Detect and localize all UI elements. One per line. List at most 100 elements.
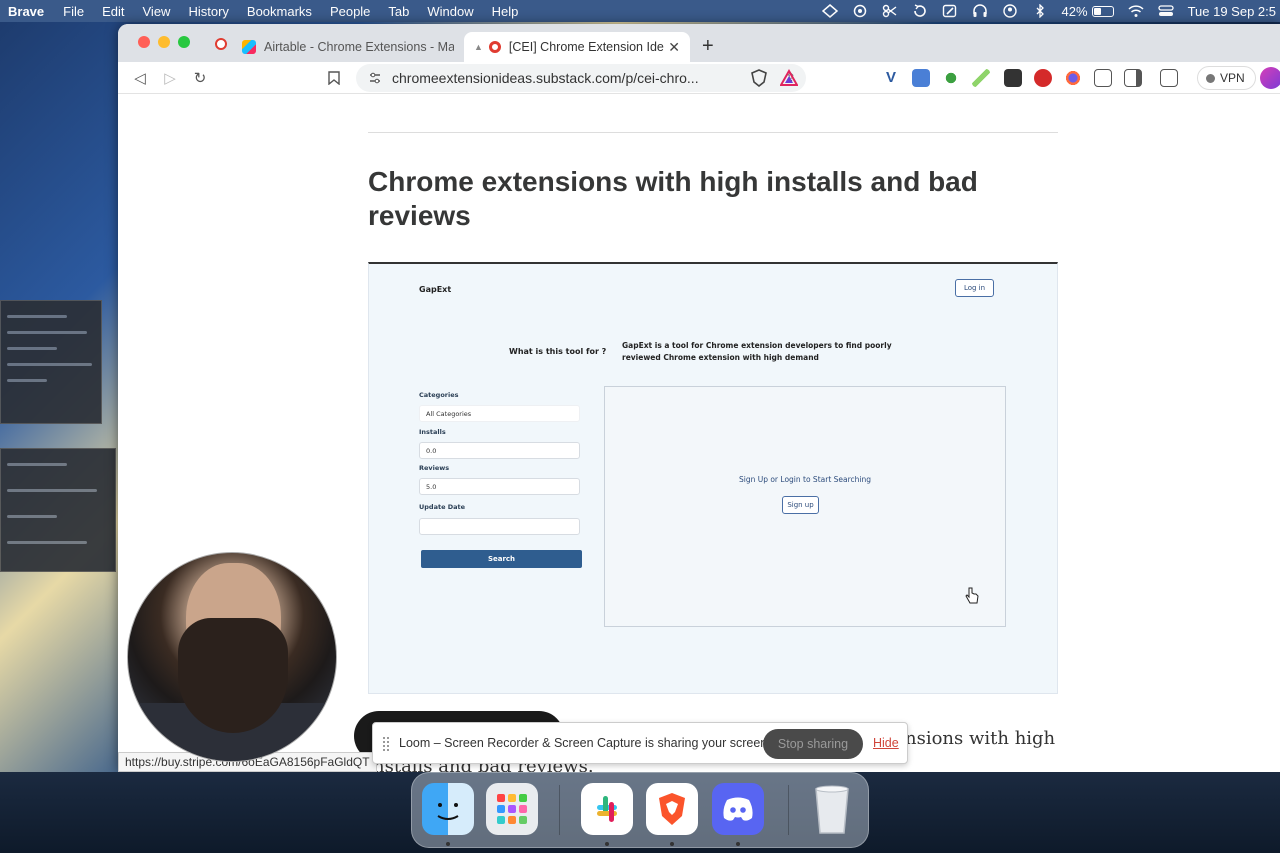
loom-sharing-message: Loom – Screen Recorder & Screen Capture … bbox=[399, 736, 771, 750]
menu-bookmarks[interactable]: Bookmarks bbox=[247, 4, 312, 19]
gapext-brand: GapExt bbox=[419, 285, 452, 294]
menu-tab[interactable]: Tab bbox=[388, 4, 409, 19]
trash-icon[interactable] bbox=[806, 783, 858, 835]
article-heading: Chrome extensions with high installs and… bbox=[368, 166, 978, 231]
webcam-bubble[interactable] bbox=[127, 552, 337, 762]
hand-cursor-icon bbox=[965, 587, 979, 604]
hide-link[interactable]: Hide bbox=[873, 736, 899, 750]
tool-description: GapExt is a tool for Chrome extension de… bbox=[622, 341, 892, 362]
menu-edit[interactable]: Edit bbox=[102, 4, 124, 19]
discord-running-indicator bbox=[736, 842, 740, 846]
tab-strip: Airtable - Chrome Extensions - May ▲ [CE… bbox=[118, 24, 1280, 62]
wallet-icon[interactable] bbox=[1160, 69, 1178, 87]
menubar: Brave File Edit View History Bookmarks P… bbox=[0, 0, 1280, 22]
substack-recording-icon bbox=[488, 41, 501, 53]
profile-avatar[interactable] bbox=[1260, 67, 1280, 89]
back-button[interactable]: ◁ bbox=[130, 68, 150, 88]
vpn-button[interactable]: VPN bbox=[1197, 66, 1256, 90]
brave-running-indicator bbox=[670, 842, 674, 846]
desktop-window-thumbnail[interactable] bbox=[0, 448, 116, 572]
brave-icon[interactable] bbox=[646, 783, 698, 835]
divider bbox=[368, 132, 1058, 133]
reload-button[interactable]: ↻ bbox=[190, 68, 210, 88]
battery-percent: 42% bbox=[1061, 3, 1088, 19]
desktop-window-thumbnail[interactable] bbox=[0, 300, 102, 424]
forward-button[interactable]: ▷ bbox=[160, 68, 180, 88]
results-panel: Sign Up or Login to Start Searching Sign… bbox=[604, 386, 1006, 627]
zoom-window-button[interactable] bbox=[178, 36, 190, 48]
brave-rewards-icon[interactable] bbox=[779, 68, 799, 87]
brave-shields-icon[interactable] bbox=[750, 69, 768, 88]
stop-sharing-button[interactable]: Stop sharing bbox=[763, 729, 863, 759]
extension-red-icon[interactable] bbox=[1034, 69, 1052, 87]
login-button[interactable]: Log in bbox=[955, 279, 994, 297]
menu-file[interactable]: File bbox=[63, 4, 84, 19]
headphones-icon[interactable] bbox=[972, 4, 988, 18]
finder-running-indicator bbox=[446, 842, 450, 846]
drag-handle-icon[interactable] bbox=[383, 737, 389, 751]
bookmark-icon[interactable] bbox=[324, 68, 344, 88]
translate-icon[interactable] bbox=[912, 69, 930, 87]
close-window-button[interactable] bbox=[138, 36, 150, 48]
webcam-beard bbox=[178, 618, 288, 733]
wifi-icon[interactable] bbox=[1128, 4, 1144, 18]
finder-icon[interactable] bbox=[422, 783, 474, 835]
vpn-status-icon bbox=[1206, 73, 1215, 83]
menu-people[interactable]: People bbox=[330, 4, 370, 19]
site-settings-icon[interactable] bbox=[368, 71, 382, 85]
tab-airtable[interactable]: Airtable - Chrome Extensions - May bbox=[232, 32, 460, 62]
loom-icon[interactable] bbox=[852, 4, 868, 18]
menubar-app-name[interactable]: Brave bbox=[8, 4, 44, 19]
categories-select[interactable]: All Categories bbox=[419, 405, 580, 422]
close-tab-icon[interactable]: ✕ bbox=[668, 39, 680, 56]
dock-separator bbox=[559, 785, 560, 835]
battery-status[interactable]: 42% bbox=[1062, 4, 1114, 19]
extension-feather-icon[interactable] bbox=[972, 69, 990, 87]
launchpad-icon[interactable] bbox=[486, 783, 538, 835]
extension-leaf-icon[interactable] bbox=[942, 69, 960, 87]
address-bar[interactable]: chromeextensionideas.substack.com/p/cei-… bbox=[356, 64, 806, 92]
categories-label: Categories bbox=[419, 391, 459, 399]
edit-icon[interactable] bbox=[942, 4, 958, 18]
tab-label: Airtable - Chrome Extensions - May bbox=[264, 40, 454, 54]
vpn-label: VPN bbox=[1220, 71, 1245, 85]
menu-view[interactable]: View bbox=[143, 4, 171, 19]
dock bbox=[411, 772, 869, 848]
search-button[interactable]: Search bbox=[421, 550, 582, 568]
article-body-line-1: nsions with high bbox=[905, 728, 1056, 749]
installs-input[interactable]: 0.0 bbox=[419, 442, 580, 459]
bluetooth-icon[interactable] bbox=[1032, 3, 1048, 19]
signup-button[interactable]: Sign up bbox=[782, 496, 819, 514]
installs-label: Installs bbox=[419, 428, 446, 436]
tab-audio-icon: ▲ bbox=[474, 42, 483, 52]
battery-fill bbox=[1093, 7, 1101, 15]
tool-question: What is this tool for ? bbox=[509, 347, 607, 356]
discord-icon[interactable] bbox=[712, 783, 764, 835]
slack-icon[interactable] bbox=[581, 783, 633, 835]
browser-toolbar: ◁ ▷ ↻ chromeextensionideas.substack.com/… bbox=[118, 62, 1280, 94]
extension-gear-icon[interactable] bbox=[1064, 69, 1082, 87]
sync-icon[interactable] bbox=[912, 4, 928, 18]
control-center-icon[interactable] bbox=[1157, 4, 1174, 18]
sidebar-toggle-icon[interactable] bbox=[1124, 69, 1142, 87]
menu-window[interactable]: Window bbox=[427, 4, 473, 19]
extension-v-icon[interactable]: V bbox=[882, 69, 900, 87]
airtable-icon bbox=[242, 40, 256, 54]
results-message: Sign Up or Login to Start Searching bbox=[738, 475, 872, 484]
menu-history[interactable]: History bbox=[188, 4, 228, 19]
diamond-icon[interactable] bbox=[821, 4, 838, 18]
extension-dark-icon[interactable] bbox=[1004, 69, 1022, 87]
loom-sharing-banner: Loom – Screen Recorder & Screen Capture … bbox=[372, 722, 908, 764]
minimize-window-button[interactable] bbox=[158, 36, 170, 48]
menubar-clock[interactable]: Tue 19 Sep 2:5 bbox=[1188, 4, 1276, 19]
tab-label: [CEI] Chrome Extension Ide bbox=[508, 40, 664, 54]
tab-cei[interactable]: ▲ [CEI] Chrome Extension Ide ✕ bbox=[464, 32, 690, 62]
scissors-icon[interactable] bbox=[882, 4, 898, 18]
new-tab-button[interactable]: + bbox=[702, 35, 714, 58]
slack-running-indicator bbox=[605, 842, 609, 846]
menu-help[interactable]: Help bbox=[492, 4, 519, 19]
user-circle-icon[interactable] bbox=[1002, 4, 1018, 18]
update-date-input[interactable] bbox=[419, 518, 580, 535]
extensions-puzzle-icon[interactable] bbox=[1094, 69, 1112, 87]
reviews-input[interactable]: 5.0 bbox=[419, 478, 580, 495]
